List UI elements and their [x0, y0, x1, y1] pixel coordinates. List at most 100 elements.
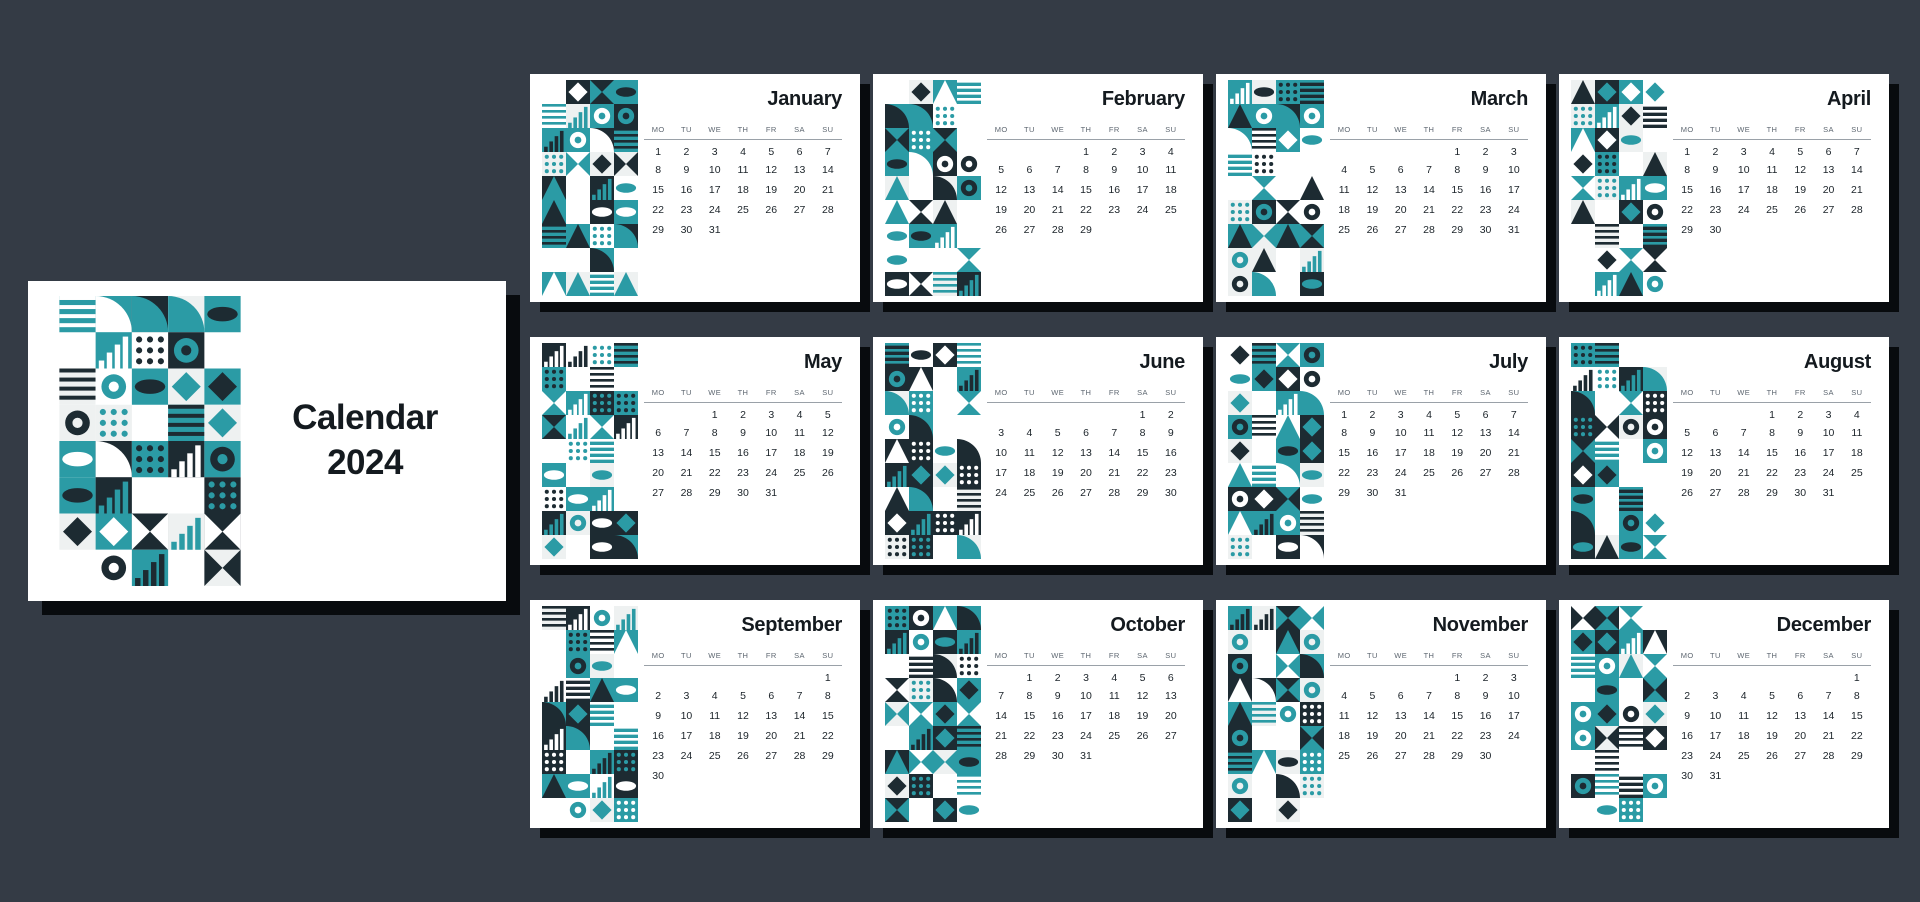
day-cell[interactable]: 29: [1443, 746, 1471, 766]
day-cell[interactable]: 27: [1387, 746, 1415, 766]
day-cell[interactable]: 9: [1358, 423, 1386, 443]
day-cell[interactable]: 12: [1044, 443, 1072, 463]
day-cell[interactable]: 5: [1786, 140, 1814, 160]
day-cell[interactable]: 22: [644, 200, 672, 220]
day-cell[interactable]: 10: [1128, 160, 1156, 180]
day-cell[interactable]: 1: [1128, 403, 1156, 423]
day-cell[interactable]: 10: [1072, 686, 1100, 706]
day-cell[interactable]: 17: [757, 443, 785, 463]
day-cell[interactable]: 21: [1814, 726, 1842, 746]
day-cell[interactable]: 17: [987, 463, 1015, 483]
day-cell[interactable]: 29: [1015, 746, 1043, 766]
day-cell[interactable]: 14: [1814, 706, 1842, 726]
day-cell[interactable]: 15: [644, 180, 672, 200]
day-cell[interactable]: 8: [1072, 160, 1100, 180]
day-cell[interactable]: 23: [1157, 463, 1185, 483]
day-cell[interactable]: 21: [814, 180, 842, 200]
day-cell[interactable]: 8: [1015, 686, 1043, 706]
day-cell[interactable]: 12: [814, 423, 842, 443]
day-cell[interactable]: 3: [672, 686, 700, 706]
day-cell[interactable]: 31: [1500, 220, 1528, 240]
day-cell[interactable]: 23: [1100, 200, 1128, 220]
day-cell[interactable]: 27: [1387, 220, 1415, 240]
day-cell[interactable]: 13: [1701, 443, 1729, 463]
day-cell[interactable]: 12: [1358, 180, 1386, 200]
day-cell[interactable]: 26: [1758, 746, 1786, 766]
day-cell[interactable]: 27: [644, 483, 672, 503]
month-card[interactable]: September MO TU WE TH FR SA SU 1 2 3 4 5 6 7 8 9 10 11 12 13…: [530, 600, 860, 828]
day-cell[interactable]: 11: [729, 160, 757, 180]
day-cell[interactable]: 25: [1015, 483, 1043, 503]
day-cell[interactable]: 1: [1443, 666, 1471, 686]
day-cell[interactable]: 15: [1330, 443, 1358, 463]
day-cell[interactable]: 9: [672, 160, 700, 180]
day-cell[interactable]: 19: [987, 200, 1015, 220]
day-cell[interactable]: 1: [1758, 403, 1786, 423]
day-cell[interactable]: 7: [1500, 403, 1528, 423]
day-cell[interactable]: 2: [1471, 140, 1499, 160]
day-cell[interactable]: 16: [1786, 443, 1814, 463]
day-cell[interactable]: 26: [1128, 726, 1156, 746]
day-cell[interactable]: 4: [1157, 140, 1185, 160]
day-cell[interactable]: 8: [701, 423, 729, 443]
day-cell[interactable]: 14: [987, 706, 1015, 726]
day-cell[interactable]: 28: [672, 483, 700, 503]
day-cell[interactable]: 24: [1814, 463, 1842, 483]
day-cell[interactable]: 1: [644, 140, 672, 160]
day-cell[interactable]: 6: [1387, 686, 1415, 706]
day-cell[interactable]: 16: [1157, 443, 1185, 463]
day-cell[interactable]: 6: [757, 686, 785, 706]
day-cell[interactable]: 3: [1500, 666, 1528, 686]
day-cell[interactable]: 27: [1015, 220, 1043, 240]
day-cell[interactable]: 7: [1843, 140, 1871, 160]
day-cell[interactable]: 20: [1701, 463, 1729, 483]
day-cell[interactable]: 22: [814, 726, 842, 746]
day-cell[interactable]: 12: [1358, 706, 1386, 726]
day-cell[interactable]: 25: [701, 746, 729, 766]
day-cell[interactable]: 3: [1701, 686, 1729, 706]
day-cell[interactable]: 26: [1786, 200, 1814, 220]
day-cell[interactable]: 20: [1157, 706, 1185, 726]
day-cell[interactable]: 5: [1358, 160, 1386, 180]
day-cell[interactable]: 2: [1673, 686, 1701, 706]
day-cell[interactable]: 4: [1758, 140, 1786, 160]
day-cell[interactable]: 5: [987, 160, 1015, 180]
day-cell[interactable]: 25: [1157, 200, 1185, 220]
day-cell[interactable]: 11: [1100, 686, 1128, 706]
day-cell[interactable]: 7: [1415, 686, 1443, 706]
day-cell[interactable]: 27: [1072, 483, 1100, 503]
month-card[interactable]: November MO TU WE TH FR SA SU 1 2 3 4 5 6 7 8 9 10 11 12 13 1…: [1216, 600, 1546, 828]
day-cell[interactable]: 24: [1701, 746, 1729, 766]
day-cell[interactable]: 11: [1843, 423, 1871, 443]
day-cell[interactable]: 29: [1072, 220, 1100, 240]
day-cell[interactable]: 11: [1330, 706, 1358, 726]
day-cell[interactable]: 19: [1358, 200, 1386, 220]
day-cell[interactable]: 15: [1072, 180, 1100, 200]
month-card[interactable]: December MO TU WE TH FR SA SU 1 2 3 4 5 6 7 8 9 10 11 12 13 1…: [1559, 600, 1889, 828]
day-cell[interactable]: 15: [1015, 706, 1043, 726]
day-cell[interactable]: 17: [701, 180, 729, 200]
day-cell[interactable]: 18: [1758, 180, 1786, 200]
day-cell[interactable]: 23: [1471, 726, 1499, 746]
day-cell[interactable]: 2: [1157, 403, 1185, 423]
day-cell[interactable]: 8: [1128, 423, 1156, 443]
day-cell[interactable]: 6: [1387, 160, 1415, 180]
day-cell[interactable]: 20: [1786, 726, 1814, 746]
day-cell[interactable]: 9: [1701, 160, 1729, 180]
day-cell[interactable]: 14: [785, 706, 813, 726]
day-cell[interactable]: 16: [1358, 443, 1386, 463]
day-cell[interactable]: 4: [729, 140, 757, 160]
day-cell[interactable]: 18: [1330, 200, 1358, 220]
day-cell[interactable]: 28: [1814, 746, 1842, 766]
day-cell[interactable]: 2: [729, 403, 757, 423]
day-cell[interactable]: 14: [1044, 180, 1072, 200]
day-cell[interactable]: 10: [1500, 160, 1528, 180]
day-cell[interactable]: 19: [1758, 726, 1786, 746]
day-cell[interactable]: 8: [1330, 423, 1358, 443]
day-cell[interactable]: 22: [1072, 200, 1100, 220]
day-cell[interactable]: 19: [1786, 180, 1814, 200]
day-cell[interactable]: 8: [1443, 160, 1471, 180]
day-cell[interactable]: 19: [1358, 726, 1386, 746]
day-cell[interactable]: 23: [1673, 746, 1701, 766]
day-cell[interactable]: 24: [672, 746, 700, 766]
